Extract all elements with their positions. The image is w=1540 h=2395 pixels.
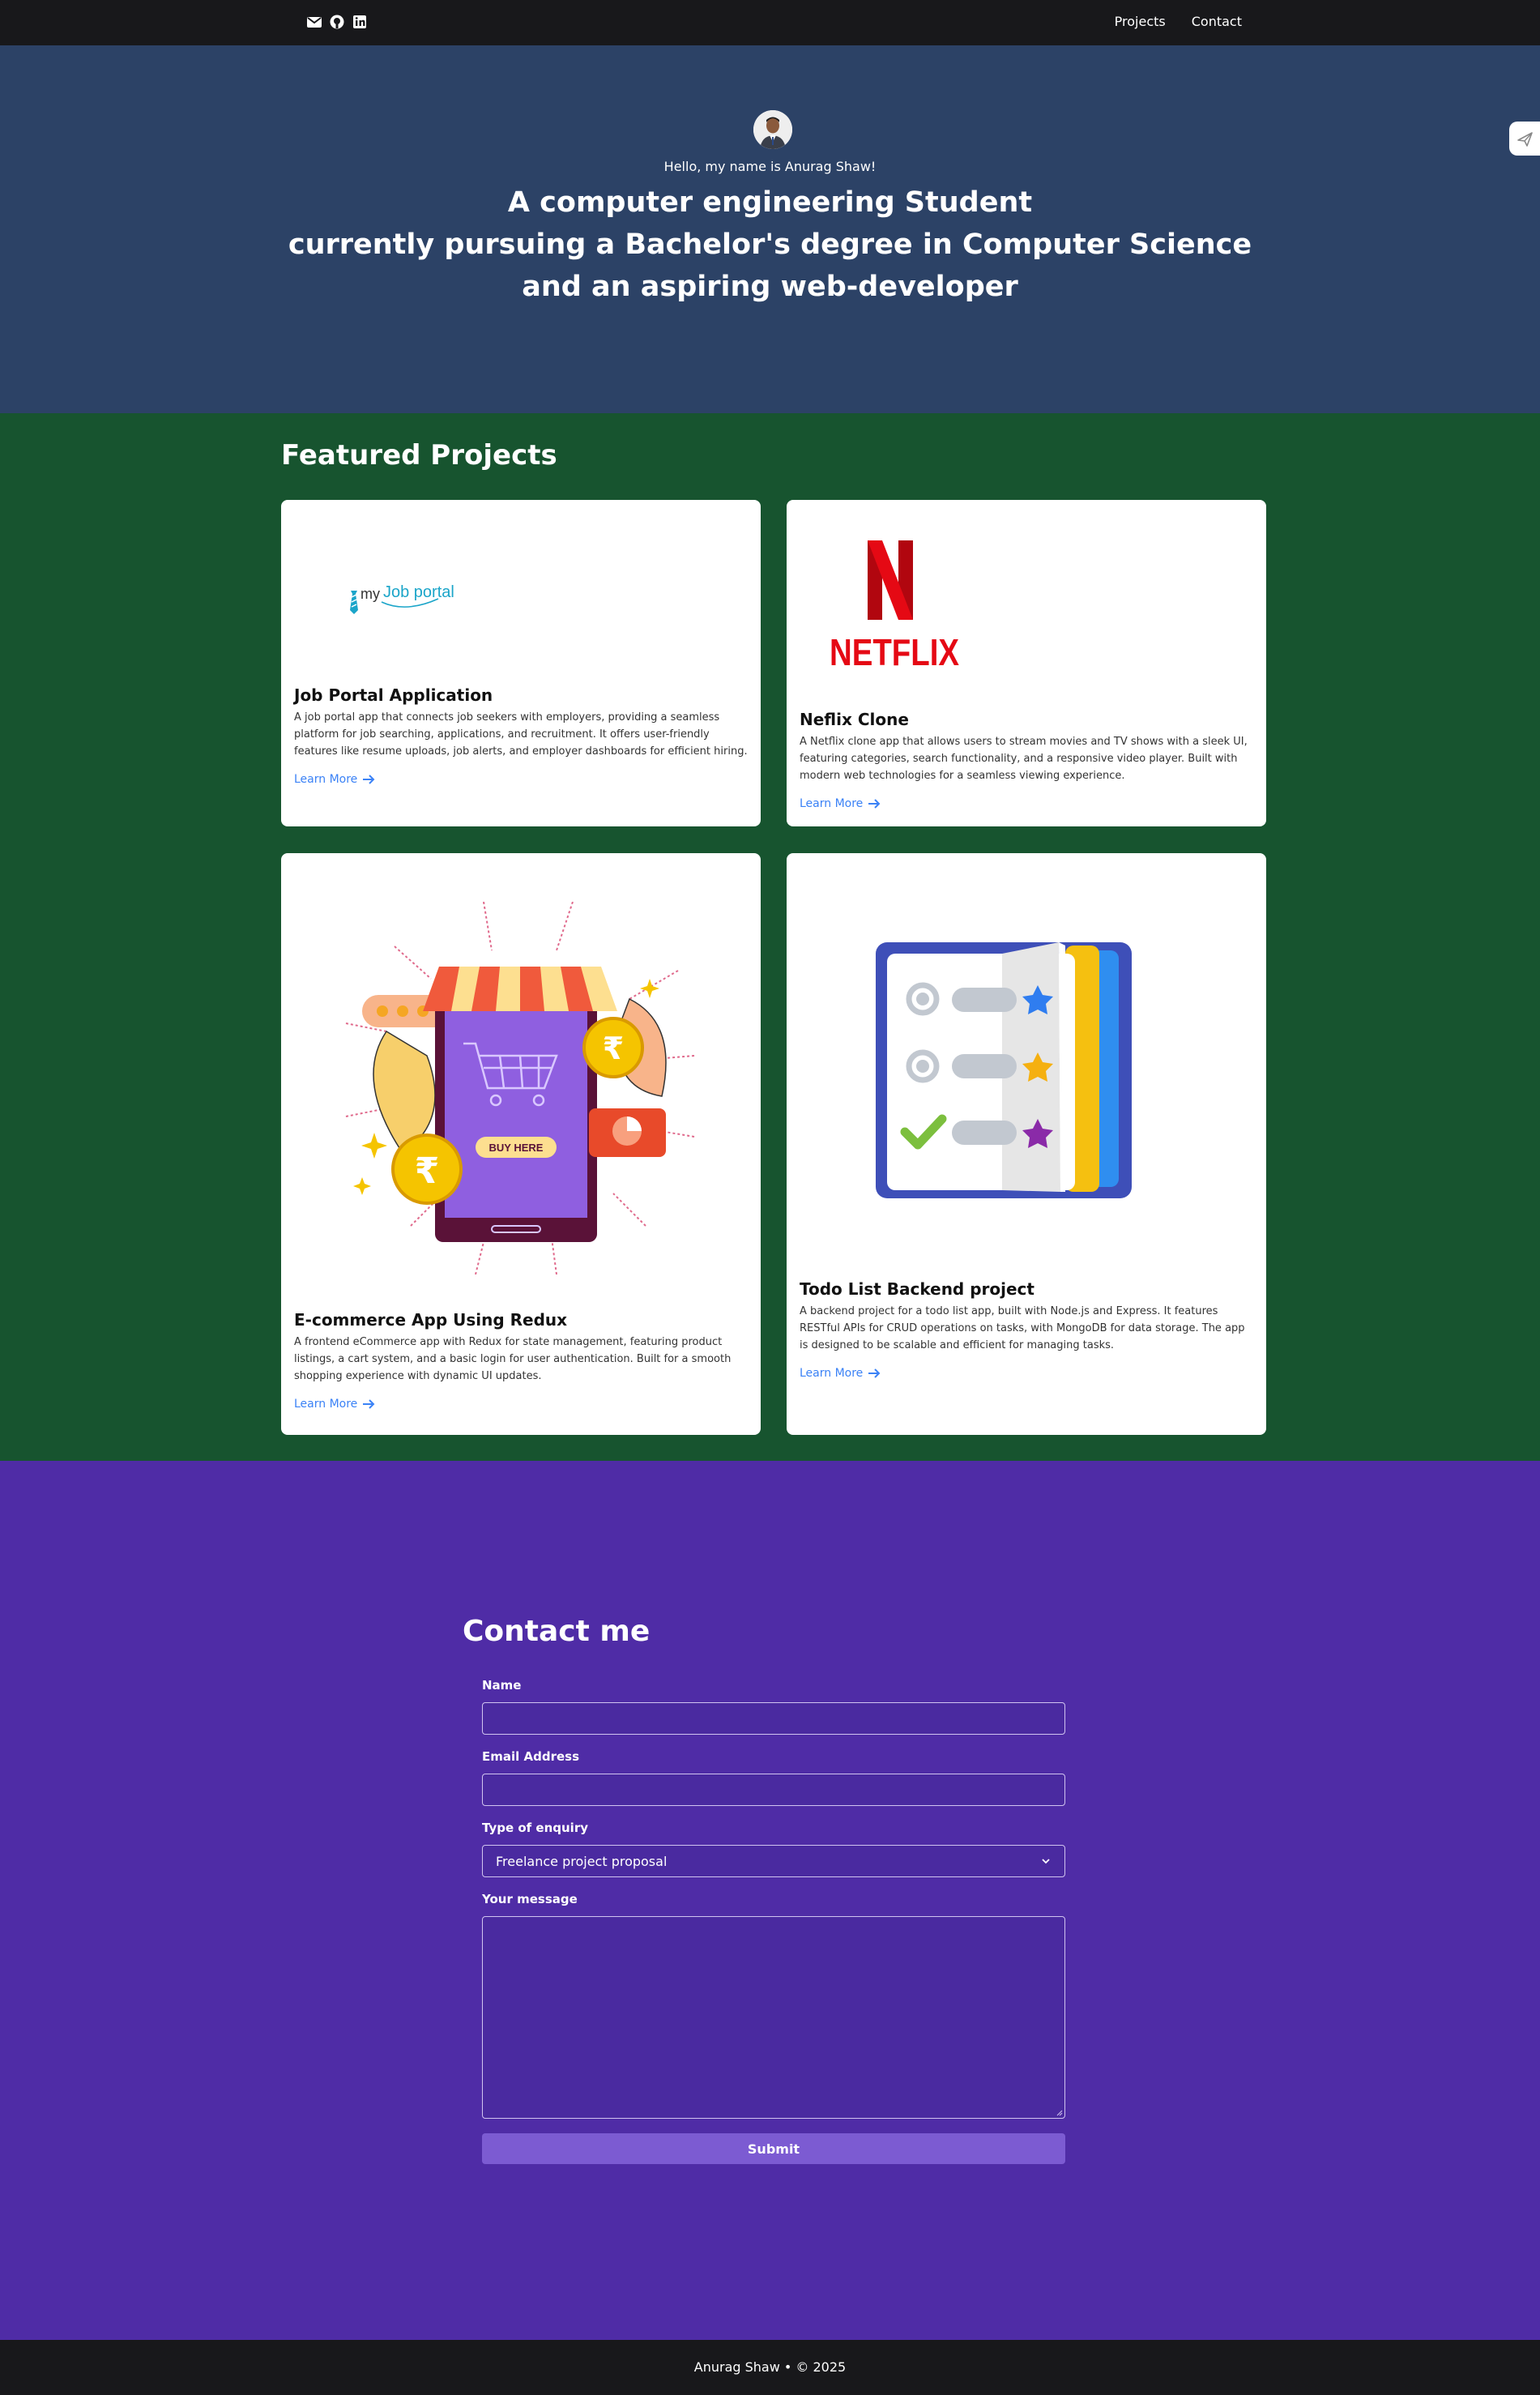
hero-headline: A computer engineering Student currently… — [0, 181, 1540, 308]
arrow-right-icon — [868, 1368, 881, 1378]
headline-line-3: and an aspiring web-developer — [522, 271, 1018, 303]
learn-more-link[interactable]: Learn More — [800, 1367, 881, 1380]
email-input[interactable] — [482, 1774, 1065, 1806]
enquiry-selected-value: Freelance project proposal — [496, 1853, 668, 1869]
buy-here-label: BUY HERE — [489, 1142, 544, 1154]
todo-illustration — [874, 941, 1133, 1200]
enquiry-select[interactable]: Freelance project proposal — [482, 1845, 1065, 1877]
learn-more-link[interactable]: Learn More — [800, 797, 881, 810]
project-card-netflix: NETFLIX Neflix Clone A Netflix clone app… — [787, 500, 1266, 826]
project-description: A backend project for a todo list app, b… — [800, 1305, 1245, 1351]
learn-more-label: Learn More — [800, 1367, 864, 1380]
project-title: Job Portal Application — [294, 685, 493, 705]
nav-link-projects[interactable]: Projects — [1115, 14, 1166, 29]
name-label: Name — [482, 1678, 522, 1693]
resize-handle-icon[interactable] — [1055, 2108, 1063, 2116]
envelope-icon[interactable] — [306, 13, 322, 31]
logo-text-my: my — [360, 586, 380, 602]
project-description: A job portal app that connects job seeke… — [294, 711, 748, 758]
project-description: A frontend eCommerce app with Redux for … — [294, 1336, 732, 1382]
project-description: A Netflix clone app that allows users to… — [800, 736, 1248, 782]
headline-line-1: A computer engineering Student — [507, 186, 1033, 219]
netflix-wordmark: NETFLIX — [830, 631, 959, 670]
projects-section: Featured Projects my Job portal Job Port… — [0, 413, 1540, 1461]
section-title: Contact me — [463, 1615, 651, 1648]
avatar — [753, 110, 792, 149]
arrow-right-icon — [868, 799, 881, 809]
email-label: Email Address — [482, 1749, 580, 1764]
learn-more-link[interactable]: Learn More — [294, 1398, 375, 1411]
message-label: Your message — [482, 1892, 578, 1906]
greeting-text: Hello, my name is Anurag Shaw! — [663, 159, 877, 174]
netflix-logo: NETFLIX — [825, 540, 963, 673]
top-navbar: Projects Contact — [0, 0, 1540, 45]
submit-button[interactable]: Submit — [482, 2133, 1065, 2164]
project-title: Neflix Clone — [800, 710, 909, 729]
arrow-right-icon — [363, 775, 375, 784]
floating-action-button[interactable] — [1509, 122, 1540, 156]
name-input[interactable] — [482, 1702, 1065, 1735]
footer: Anurag Shaw • © 2025 — [0, 2340, 1540, 2395]
headline-line-2: currently pursuing a Bachelor's degree i… — [288, 228, 1252, 261]
learn-more-label: Learn More — [800, 797, 864, 810]
learn-more-label: Learn More — [294, 1398, 358, 1411]
job-portal-logo: my Job portal — [346, 573, 492, 621]
enquiry-label: Type of enquiry — [482, 1821, 589, 1835]
message-textarea[interactable] — [482, 1916, 1065, 2119]
hero-section: Hello, my name is Anurag Shaw! A compute… — [0, 45, 1540, 413]
learn-more-link[interactable]: Learn More — [294, 773, 375, 786]
svg-text:₹: ₹ — [415, 1151, 440, 1192]
ecommerce-illustration: BUY HERE ₹ ₹ — [338, 901, 702, 1275]
linkedin-icon[interactable] — [352, 13, 368, 31]
paper-plane-icon — [1517, 132, 1533, 147]
chevron-down-icon — [1042, 1859, 1050, 1864]
github-icon[interactable] — [329, 13, 345, 31]
nav-links: Projects Contact — [1115, 14, 1242, 29]
project-card-todo: Todo List Backend project A backend proj… — [787, 853, 1266, 1435]
social-links — [306, 13, 368, 31]
nav-link-contact[interactable]: Contact — [1192, 14, 1242, 29]
svg-text:₹: ₹ — [603, 1031, 624, 1066]
contact-section: Contact me Name Email Address Type of en… — [0, 1461, 1540, 2340]
footer-text: Anurag Shaw • © 2025 — [693, 2359, 847, 2375]
arrow-right-icon — [363, 1399, 375, 1409]
section-title: Featured Projects — [281, 439, 557, 472]
learn-more-label: Learn More — [294, 773, 358, 786]
project-title: Todo List Backend project — [800, 1279, 1034, 1299]
logo-text-jobportal: Job portal — [383, 583, 454, 601]
project-card-ecommerce: BUY HERE ₹ ₹ E-commerce App Using Redux … — [281, 853, 761, 1435]
project-card-job-portal: my Job portal Job Portal Application A j… — [281, 500, 761, 826]
project-title: E-commerce App Using Redux — [294, 1310, 568, 1330]
